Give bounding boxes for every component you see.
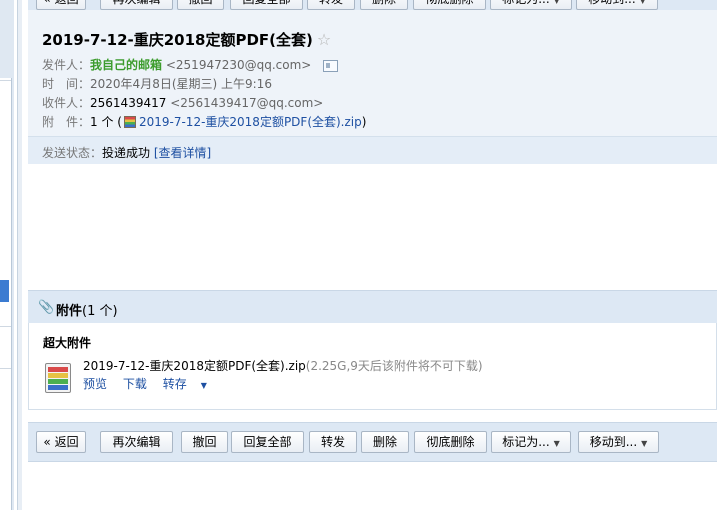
mark-as-dropdown[interactable]: 标记为...▼ (491, 431, 571, 453)
mail-subject: 2019-7-12-重庆2018定额PDF(全套) ☆ (42, 30, 332, 49)
attachment-actions: 预览 下载 转存 ▼ (83, 375, 231, 392)
sidebar-divider (0, 368, 11, 369)
delete-permanently-button[interactable]: 彻底删除 (413, 0, 486, 10)
sidebar-panel (0, 78, 12, 510)
re-edit-button[interactable]: 再次编辑 (100, 431, 173, 453)
recipient-address: <2561439417@qq.com> (170, 96, 324, 110)
sidebar-edge (0, 0, 14, 510)
star-icon[interactable]: ☆ (317, 30, 331, 49)
attachments-count: (1 个) (82, 304, 118, 319)
mail-read-pane: « 返回 再次编辑 撤回 回复全部 转发 删除 彻底删除 标记为...▼ 移动到… (28, 0, 717, 510)
pane-splitter[interactable] (17, 0, 22, 510)
attachments-body: 超大附件 2019-7-12-重庆2018定额PDF(全套).zip(2.25G… (28, 323, 717, 410)
sender-name[interactable]: 我自己的邮箱 (90, 58, 162, 72)
attachment-file-meta: (2.25G,9天后该附件将不可下载) (305, 359, 483, 373)
delete-button[interactable]: 删除 (361, 431, 409, 453)
attachment-file: 2019-7-12-重庆2018定额PDF(全套).zip(2.25G,9天后该… (83, 357, 483, 374)
move-to-dropdown[interactable]: 移动到...▼ (578, 431, 659, 453)
reply-all-button[interactable]: 回复全部 (230, 0, 303, 10)
re-edit-button[interactable]: 再次编辑 (100, 0, 173, 10)
forward-button[interactable]: 转发 (307, 0, 355, 10)
zip-archive-icon (45, 363, 71, 393)
mail-header: 2019-7-12-重庆2018定额PDF(全套) ☆ 发件人：我自己的邮箱 <2… (28, 10, 717, 136)
view-details-link[interactable]: [查看详情] (154, 146, 211, 160)
sender-address: <251947230@qq.com> (165, 58, 312, 72)
contact-card-icon[interactable] (323, 59, 339, 72)
move-to-dropdown[interactable]: 移动到...▼ (576, 0, 658, 10)
delete-permanently-button[interactable]: 彻底删除 (414, 431, 487, 453)
attachments-title: 附件 (56, 304, 83, 319)
download-link[interactable]: 下载 (123, 377, 147, 391)
recipient-row: 收件人：2561439417 <2561439417@qq.com> (42, 96, 324, 110)
chevron-down-icon: ▼ (200, 381, 207, 390)
large-attachment-title: 超大附件 (43, 336, 92, 350)
preview-link[interactable]: 预览 (83, 377, 107, 391)
chevron-down-icon: ▼ (639, 0, 646, 5)
paperclip-icon: 📎 (38, 300, 55, 315)
delivery-status: 投递成功 (102, 146, 151, 160)
chevron-down-icon: ▼ (641, 439, 648, 448)
toolbar-bottom: « 返回 再次编辑 撤回 回复全部 转发 删除 彻底删除 标记为... ▼ 移动到… (28, 422, 717, 462)
sidebar-divider (0, 326, 11, 327)
recall-button[interactable]: 撤回 (181, 431, 228, 453)
chevron-down-icon: ▼ (553, 0, 560, 5)
save-to-dropdown[interactable]: 转存 ▼ (163, 377, 219, 391)
forward-button[interactable]: 转发 (309, 431, 357, 453)
delivery-status-bar: 发送状态：投递成功 [查看详情] (28, 136, 717, 164)
sender-row: 发件人：我自己的邮箱 <251947230@qq.com> (42, 56, 339, 73)
chevron-down-icon: ▼ (553, 439, 560, 448)
sent-time: 2020年4月8日(星期三) 上午9:16 (90, 77, 272, 91)
back-button[interactable]: « 返回 (36, 0, 86, 10)
mark-as-dropdown[interactable]: 标记为...▼ (490, 0, 572, 10)
sidebar-selected-item[interactable] (0, 280, 9, 302)
time-row: 时 间：2020年4月8日(星期三) 上午9:16 (42, 77, 272, 91)
recall-button[interactable]: 撤回 (177, 0, 224, 10)
zip-file-icon (123, 116, 136, 128)
back-button[interactable]: « 返回 (36, 431, 86, 453)
attachment-link[interactable]: 2019-7-12-重庆2018定额PDF(全套).zip (139, 115, 362, 129)
recipient-name[interactable]: 2561439417 (90, 96, 166, 110)
sidebar-divider (0, 80, 11, 81)
attachment-row: 附 件：1 个 (2019-7-12-重庆2018定额PDF(全套).zip) (42, 115, 367, 129)
reply-all-button[interactable]: 回复全部 (231, 431, 304, 453)
delete-button[interactable]: 删除 (360, 0, 408, 10)
attachments-header: 📎 附件(1 个) (28, 290, 717, 324)
attachment-file-name: 2019-7-12-重庆2018定额PDF(全套).zip (83, 359, 306, 373)
